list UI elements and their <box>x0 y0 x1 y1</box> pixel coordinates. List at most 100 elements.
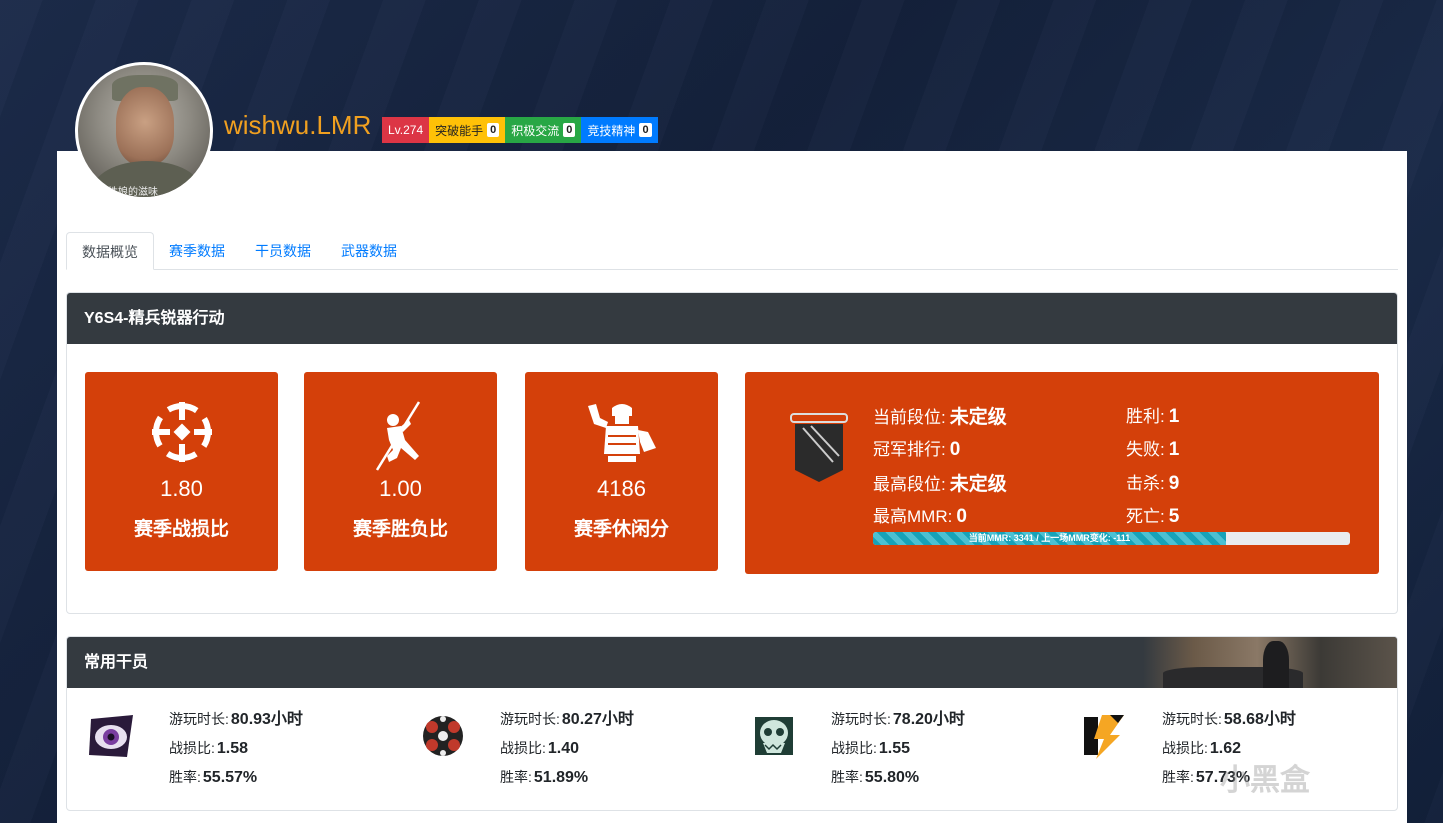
playtime-value: 58.68小时 <box>1223 711 1296 728</box>
gear-operator-icon <box>423 716 463 756</box>
winrate-line: 胜率: 51.89% <box>500 765 634 794</box>
kd-label: 战损比: <box>500 740 546 756</box>
winrate-label: 胜率: <box>500 769 532 785</box>
champion-rank: 冠军排行: 0 <box>873 435 960 461</box>
badge-label: 突破能手 <box>435 123 484 138</box>
tab-weapons[interactable]: 武器数据 <box>326 232 412 269</box>
rank-box: 当前段位: 未定级 冠军排行: 0 最高段位: 未定级 最高MMR: 0 胜利: 1 失败… <box>745 372 1379 574</box>
playtime-label: 游玩时长: <box>169 711 229 727</box>
operator-card[interactable]: 游玩时长: 80.93小时 战损比: 1.58 胜率: 55.57% <box>87 707 407 797</box>
banner-figure <box>1263 641 1289 688</box>
tab-operators[interactable]: 干员数据 <box>240 232 326 269</box>
rappel-operator-icon <box>375 401 420 471</box>
playtime-line: 游玩时长: 80.93小时 <box>169 707 303 736</box>
highest-mmr: 最高MMR: 0 <box>873 502 967 528</box>
stat-kd-box: 1.80 赛季战损比 <box>85 372 278 571</box>
badge-label: 竞技精神 <box>587 123 636 138</box>
deaths: 死亡: 5 <box>1126 502 1179 528</box>
eye-operator-icon <box>89 715 133 757</box>
operators-title: 常用干员 <box>84 654 149 671</box>
operator-stats: 游玩时长: 78.20小时 战损比: 1.55 胜率: 55.80% <box>831 707 965 794</box>
winrate-label: 胜率: <box>169 769 201 785</box>
playtime-line: 游玩时长: 78.20小时 <box>831 707 965 736</box>
mmr-progress-fill: 当前MMR: 3341 / 上一场MMR变化: -111 <box>873 532 1226 545</box>
kd-label: 战损比: <box>169 740 215 756</box>
operator-card[interactable]: 游玩时长: 80.27小时 战损比: 1.40 胜率: 51.89% <box>418 707 738 797</box>
crosshair-icon <box>151 402 212 462</box>
mmr-progress-bar: 当前MMR: 3341 / 上一场MMR变化: -111 <box>873 532 1350 545</box>
stat-winloss-box: 1.00 赛季胜负比 <box>304 372 497 571</box>
kd-line: 战损比: 1.40 <box>500 736 634 765</box>
rank-value: 1 <box>1168 406 1180 427</box>
kills: 击杀: 9 <box>1126 469 1179 495</box>
season-title: Y6S4-精兵锐器行动 <box>67 293 1397 344</box>
badge-count: 0 <box>563 123 576 137</box>
losses: 失败: 1 <box>1126 435 1179 461</box>
operator-banner-image <box>1143 637 1397 688</box>
tab-overview[interactable]: 数据概览 <box>66 232 154 270</box>
badge-communication: 积极交流 0 <box>505 117 582 143</box>
badge-label: Lv.274 <box>388 123 424 137</box>
kd-value: 1.55 <box>878 740 911 757</box>
rank-value: 未定级 <box>949 407 1007 428</box>
avatar[interactable]: 性娘的滋味 <box>75 62 213 200</box>
tab-bar: 数据概览 赛季数据 干员数据 武器数据 <box>66 232 1398 270</box>
badge-level: Lv.274 <box>382 117 430 143</box>
rank-label: 最高MMR: <box>873 507 953 526</box>
rank-value: 1 <box>1168 439 1180 460</box>
playtime-label: 游玩时长: <box>1162 711 1222 727</box>
playtime-label: 游玩时长: <box>831 711 891 727</box>
rank-value: 0 <box>949 439 961 460</box>
rank-label: 击杀: <box>1126 474 1165 493</box>
winrate-value: 51.89% <box>533 769 589 786</box>
stat-value: 1.00 <box>379 476 422 501</box>
rank-value: 0 <box>956 506 967 527</box>
operator-card[interactable]: 游玩时长: 78.20小时 战损比: 1.55 胜率: 55.80% <box>749 707 1069 797</box>
winrate-line: 胜率: 55.57% <box>169 765 303 794</box>
lightning-operator-icon <box>1084 715 1124 759</box>
kd-label: 战损比: <box>831 740 877 756</box>
playtime-line: 游玩时长: 80.27小时 <box>500 707 634 736</box>
playtime-label: 游玩时长: <box>500 711 560 727</box>
soldier-flex-icon <box>587 404 656 462</box>
badge-count: 0 <box>639 123 652 137</box>
winrate-line: 胜率: 55.80% <box>831 765 965 794</box>
highest-rank: 最高段位: 未定级 <box>873 469 1007 496</box>
season-card: Y6S4-精兵锐器行动 1.80 赛季战损比 1.00 赛季胜负比 4186 赛… <box>66 292 1398 614</box>
operator-stats: 游玩时长: 80.27小时 战损比: 1.40 胜率: 51.89% <box>500 707 634 794</box>
badge-sportsmanship: 竞技精神 0 <box>581 117 658 143</box>
stat-casual-box: 4186 赛季休闲分 <box>525 372 718 571</box>
watermark-logo: 小黑盒 <box>1220 764 1310 797</box>
rank-label: 失败: <box>1126 440 1165 459</box>
playtime-value: 80.27小时 <box>561 711 634 728</box>
badge-count: 0 <box>487 123 500 137</box>
winrate-label: 胜率: <box>831 769 863 785</box>
badge-breakthrough: 突破能手 0 <box>429 117 506 143</box>
stat-value: 1.80 <box>160 476 203 501</box>
avatar-caption: 性娘的滋味 <box>108 187 158 198</box>
kd-line: 战损比: 1.58 <box>169 736 303 765</box>
rank-value: 9 <box>1168 473 1180 494</box>
playtime-line: 游玩时长: 58.68小时 <box>1162 707 1296 736</box>
playtime-value: 78.20小时 <box>892 711 965 728</box>
rank-value: 未定级 <box>949 474 1007 495</box>
kd-value: 1.58 <box>216 740 249 757</box>
winrate-value: 55.57% <box>202 769 258 786</box>
stat-label: 赛季战损比 <box>133 519 229 540</box>
winrate-label: 胜率: <box>1162 769 1194 785</box>
rank-label: 最高段位: <box>873 475 946 494</box>
operators-header: 常用干员 <box>67 637 1397 688</box>
rank-label: 死亡: <box>1126 507 1165 526</box>
kd-value: 1.40 <box>547 740 580 757</box>
wins: 胜利: 1 <box>1126 402 1179 428</box>
rank-label: 冠军排行: <box>873 440 946 459</box>
username[interactable]: wishwu.LMR <box>224 110 371 141</box>
rank-label: 胜利: <box>1126 407 1165 426</box>
badge-group: Lv.274 突破能手 0 积极交流 0 竞技精神 0 <box>382 117 658 143</box>
current-rank: 当前段位: 未定级 <box>873 402 1007 429</box>
badge-label: 积极交流 <box>511 123 560 138</box>
tab-season[interactable]: 赛季数据 <box>154 232 240 269</box>
rank-label: 当前段位: <box>873 408 946 427</box>
kd-label: 战损比: <box>1162 740 1208 756</box>
stat-label: 赛季休闲分 <box>573 519 669 540</box>
